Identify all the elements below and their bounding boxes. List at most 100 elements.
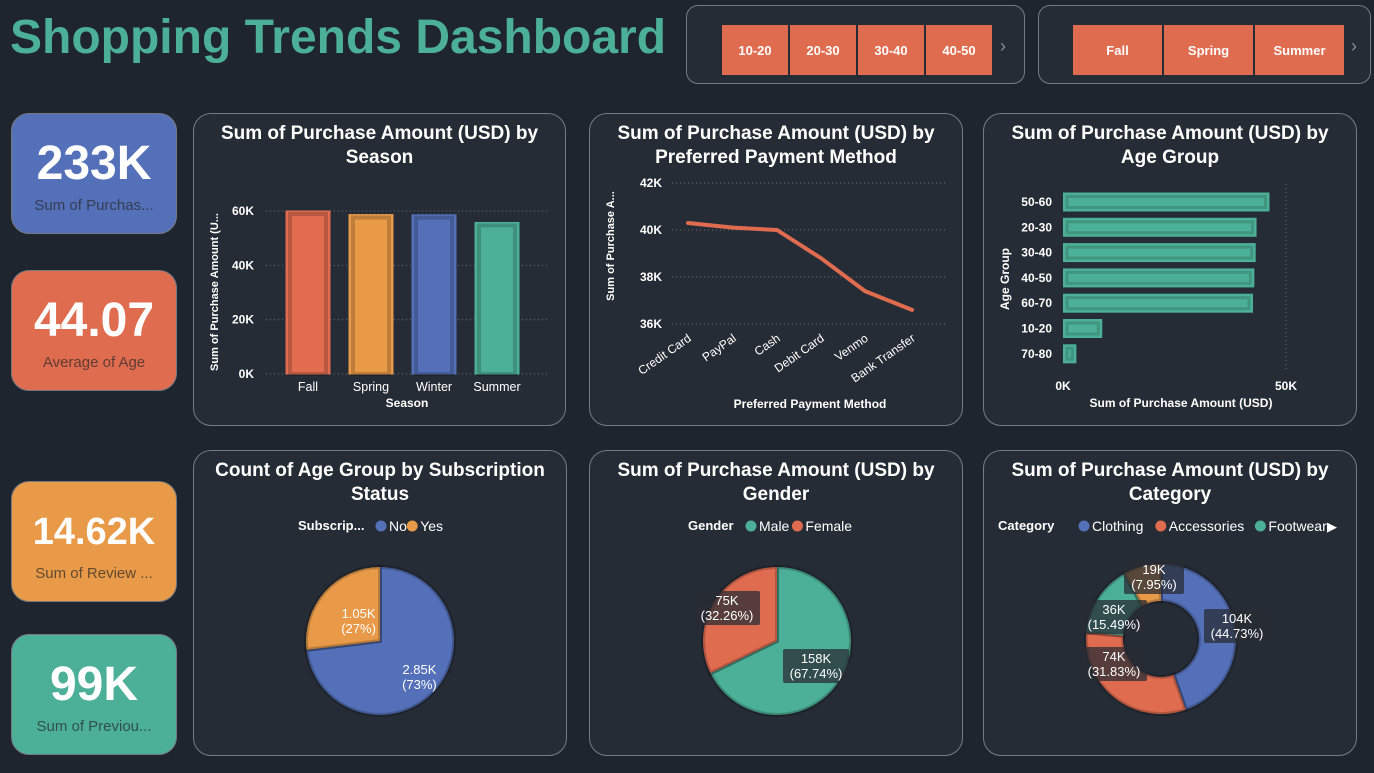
bar-inner bbox=[1065, 220, 1255, 235]
slicer-age-30-40[interactable]: 30-40 bbox=[858, 25, 924, 75]
data-label: 36K bbox=[1102, 602, 1125, 617]
bar-inner bbox=[1065, 321, 1100, 336]
y-tick-label: 42K bbox=[640, 176, 662, 190]
slicer-season-fall[interactable]: Fall bbox=[1073, 25, 1162, 75]
legend-label: Yes bbox=[420, 518, 443, 534]
subscription-pie-chart: Subscrip... No Yes 2.85K(73%) 1.05K(27%) bbox=[298, 518, 456, 717]
series-line bbox=[686, 220, 914, 312]
x-axis-label: Season bbox=[386, 396, 429, 410]
kpi-label: Sum of Review ... bbox=[35, 565, 153, 582]
subscription-chart-card: Count of Age Group by Subscription Statu… bbox=[193, 450, 567, 756]
data-label: 158K bbox=[801, 651, 832, 666]
kpi-value: 14.62K bbox=[32, 511, 156, 553]
y-tick-label: 50-60 bbox=[1021, 195, 1052, 209]
y-tick-label: 20-30 bbox=[1021, 220, 1052, 234]
legend-label: No bbox=[389, 518, 407, 534]
slicer-age-10-20[interactable]: 10-20 bbox=[722, 25, 788, 75]
data-label: 1.05K bbox=[342, 606, 376, 621]
data-label: 74K bbox=[1102, 649, 1125, 664]
category-chart-card: Sum of Purchase Amount (USD) by Category… bbox=[983, 450, 1357, 756]
y-axis-label: Sum of Purchase Amount (U... bbox=[209, 213, 221, 371]
x-tick-label: 0K bbox=[1055, 379, 1071, 393]
gender-pie-chart: Gender Male Female 158K(67.74%) 75K(32.26%) bbox=[688, 518, 853, 717]
y-tick-label: 20K bbox=[232, 313, 254, 327]
slicer-season-summer[interactable]: Summer bbox=[1255, 25, 1344, 75]
kpi-value: 233K bbox=[36, 137, 152, 190]
y-tick-label: 38K bbox=[640, 270, 662, 284]
data-label: (7.95%) bbox=[1131, 577, 1177, 592]
x-tick-label: Winter bbox=[416, 380, 452, 394]
dashboard-title: Shopping Trends Dashboard bbox=[10, 11, 667, 64]
slicer-age-40-50[interactable]: 40-50 bbox=[926, 25, 992, 75]
legend-label: Clothing bbox=[1092, 518, 1143, 534]
data-label: (32.26%) bbox=[701, 608, 754, 623]
y-tick-label: 60K bbox=[232, 204, 254, 218]
chevron-right-icon[interactable]: › bbox=[1351, 36, 1357, 57]
y-tick-label: 10-20 bbox=[1021, 322, 1052, 336]
legend-title: Category bbox=[998, 518, 1055, 533]
payment-line-chart: 36K 38K 40K 42K Credit Card PayPal CashDebit C… bbox=[605, 176, 946, 411]
x-axis-label: Preferred Payment Method bbox=[734, 397, 887, 411]
gender-chart-card: Sum of Purchase Amount (USD) by Gender G… bbox=[589, 450, 963, 756]
bar-inner bbox=[477, 223, 517, 376]
y-axis-label: Age Group bbox=[998, 248, 1012, 310]
bar-inner bbox=[1065, 270, 1252, 285]
slicer-season-spring[interactable]: Spring bbox=[1164, 25, 1253, 75]
x-tick-label: Credit Card bbox=[635, 331, 693, 378]
data-label: (15.49%) bbox=[1088, 617, 1141, 632]
kpi-card-purchase-sum: 233K Sum of Purchas... bbox=[11, 113, 177, 234]
bar-inner bbox=[288, 211, 328, 377]
legend-marker bbox=[791, 520, 803, 532]
legend-marker bbox=[745, 520, 757, 532]
bar-inner bbox=[1065, 296, 1251, 311]
y-tick-label: 30-40 bbox=[1021, 246, 1052, 260]
legend-marker bbox=[406, 520, 418, 532]
kpi-label: Sum of Previou... bbox=[36, 718, 152, 735]
legend-label: Footwear bbox=[1268, 518, 1327, 534]
agegroup-bar-chart: 0K 50K 50-60 20-30 30-40 40-50 60-70 10-20 70-80… bbox=[998, 184, 1297, 410]
data-label: (31.83%) bbox=[1088, 664, 1141, 679]
bar-inner bbox=[351, 215, 391, 376]
chevron-right-icon[interactable]: › bbox=[1000, 36, 1006, 57]
y-axis-label: Sum of Purchase A... bbox=[605, 191, 617, 301]
data-label: 2.85K bbox=[402, 662, 436, 677]
x-tick-label: Spring bbox=[353, 380, 389, 394]
data-label: 104K bbox=[1222, 611, 1253, 626]
x-tick-label: Venmo bbox=[832, 331, 871, 364]
y-tick-label: 70-80 bbox=[1021, 347, 1052, 361]
slicer-age-20-30[interactable]: 20-30 bbox=[790, 25, 856, 75]
data-label: (73%) bbox=[402, 677, 437, 692]
kpi-card-average-age: 44.07 Average of Age bbox=[11, 270, 177, 391]
legend-label: Male bbox=[759, 518, 790, 534]
legend-title: Subscrip... bbox=[298, 518, 364, 533]
age-slicer: 10-20 20-30 30-40 40-50 › bbox=[686, 5, 1025, 84]
legend-marker bbox=[1254, 520, 1266, 532]
y-tick-label: 0K bbox=[239, 367, 255, 381]
data-label: (44.73%) bbox=[1211, 626, 1264, 641]
kpi-label: Average of Age bbox=[42, 354, 146, 371]
y-tick-label: 60-70 bbox=[1021, 296, 1052, 310]
x-tick-label: Debit Card bbox=[772, 331, 827, 375]
y-tick-label: 40-50 bbox=[1021, 271, 1052, 285]
season-slicer: Fall Spring Summer › bbox=[1038, 5, 1371, 84]
payment-chart-card: Sum of Purchase Amount (USD) by Preferre… bbox=[589, 113, 963, 426]
x-axis-label: Sum of Purchase Amount (USD) bbox=[1090, 396, 1273, 410]
x-tick-label: Cash bbox=[752, 331, 783, 359]
kpi-value: 99K bbox=[49, 658, 139, 711]
legend-marker bbox=[1155, 520, 1167, 532]
season-bar-chart: 0K 20K 40K 60K Fall Spring Winter Summer Season S… bbox=[209, 204, 550, 410]
legend-marker bbox=[375, 520, 387, 532]
legend-label: Accessories bbox=[1169, 518, 1244, 534]
season-chart-card: Sum of Purchase Amount (USD) by Season 0… bbox=[193, 113, 566, 426]
data-label: 75K bbox=[715, 593, 738, 608]
kpi-card-review-sum: 14.62K Sum of Review ... bbox=[11, 481, 177, 602]
bar-inner bbox=[1065, 346, 1074, 361]
kpi-value: 44.07 bbox=[33, 294, 155, 347]
category-donut-chart: Category Clothing Accessories Footwear ▶ 104K… bbox=[998, 518, 1337, 716]
bar-inner bbox=[414, 215, 454, 376]
legend-marker bbox=[1078, 520, 1090, 532]
kpi-label: Sum of Purchas... bbox=[34, 197, 154, 214]
data-label: 19K bbox=[1142, 562, 1165, 577]
y-tick-label: 36K bbox=[640, 317, 662, 331]
legend-label: Female bbox=[805, 518, 852, 534]
